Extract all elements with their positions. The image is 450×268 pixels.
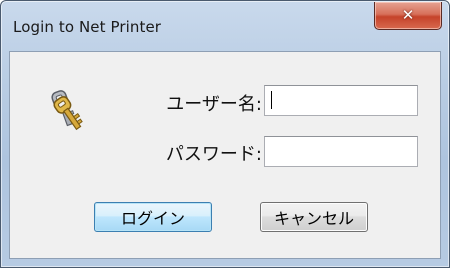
text-caret [271, 91, 272, 109]
keys-icon [51, 90, 83, 131]
password-input[interactable] [264, 136, 418, 167]
cancel-button[interactable]: キャンセル [260, 202, 368, 232]
password-label: パスワード: [165, 144, 262, 165]
titlebar[interactable]: Login to Net Printer ✕ [1, 1, 449, 45]
username-label: ユーザー名: [166, 94, 262, 115]
login-button[interactable]: ログイン [94, 202, 212, 232]
username-input[interactable] [264, 85, 418, 116]
dialog-body: ユーザー名: パスワード: ログイン キャンセル [9, 51, 441, 259]
window-title: Login to Net Printer [13, 18, 162, 36]
close-button[interactable]: ✕ [374, 2, 442, 30]
login-dialog: Login to Net Printer ✕ ユーザー名: パスワード: ログイ… [0, 0, 450, 268]
close-icon: ✕ [401, 6, 415, 24]
